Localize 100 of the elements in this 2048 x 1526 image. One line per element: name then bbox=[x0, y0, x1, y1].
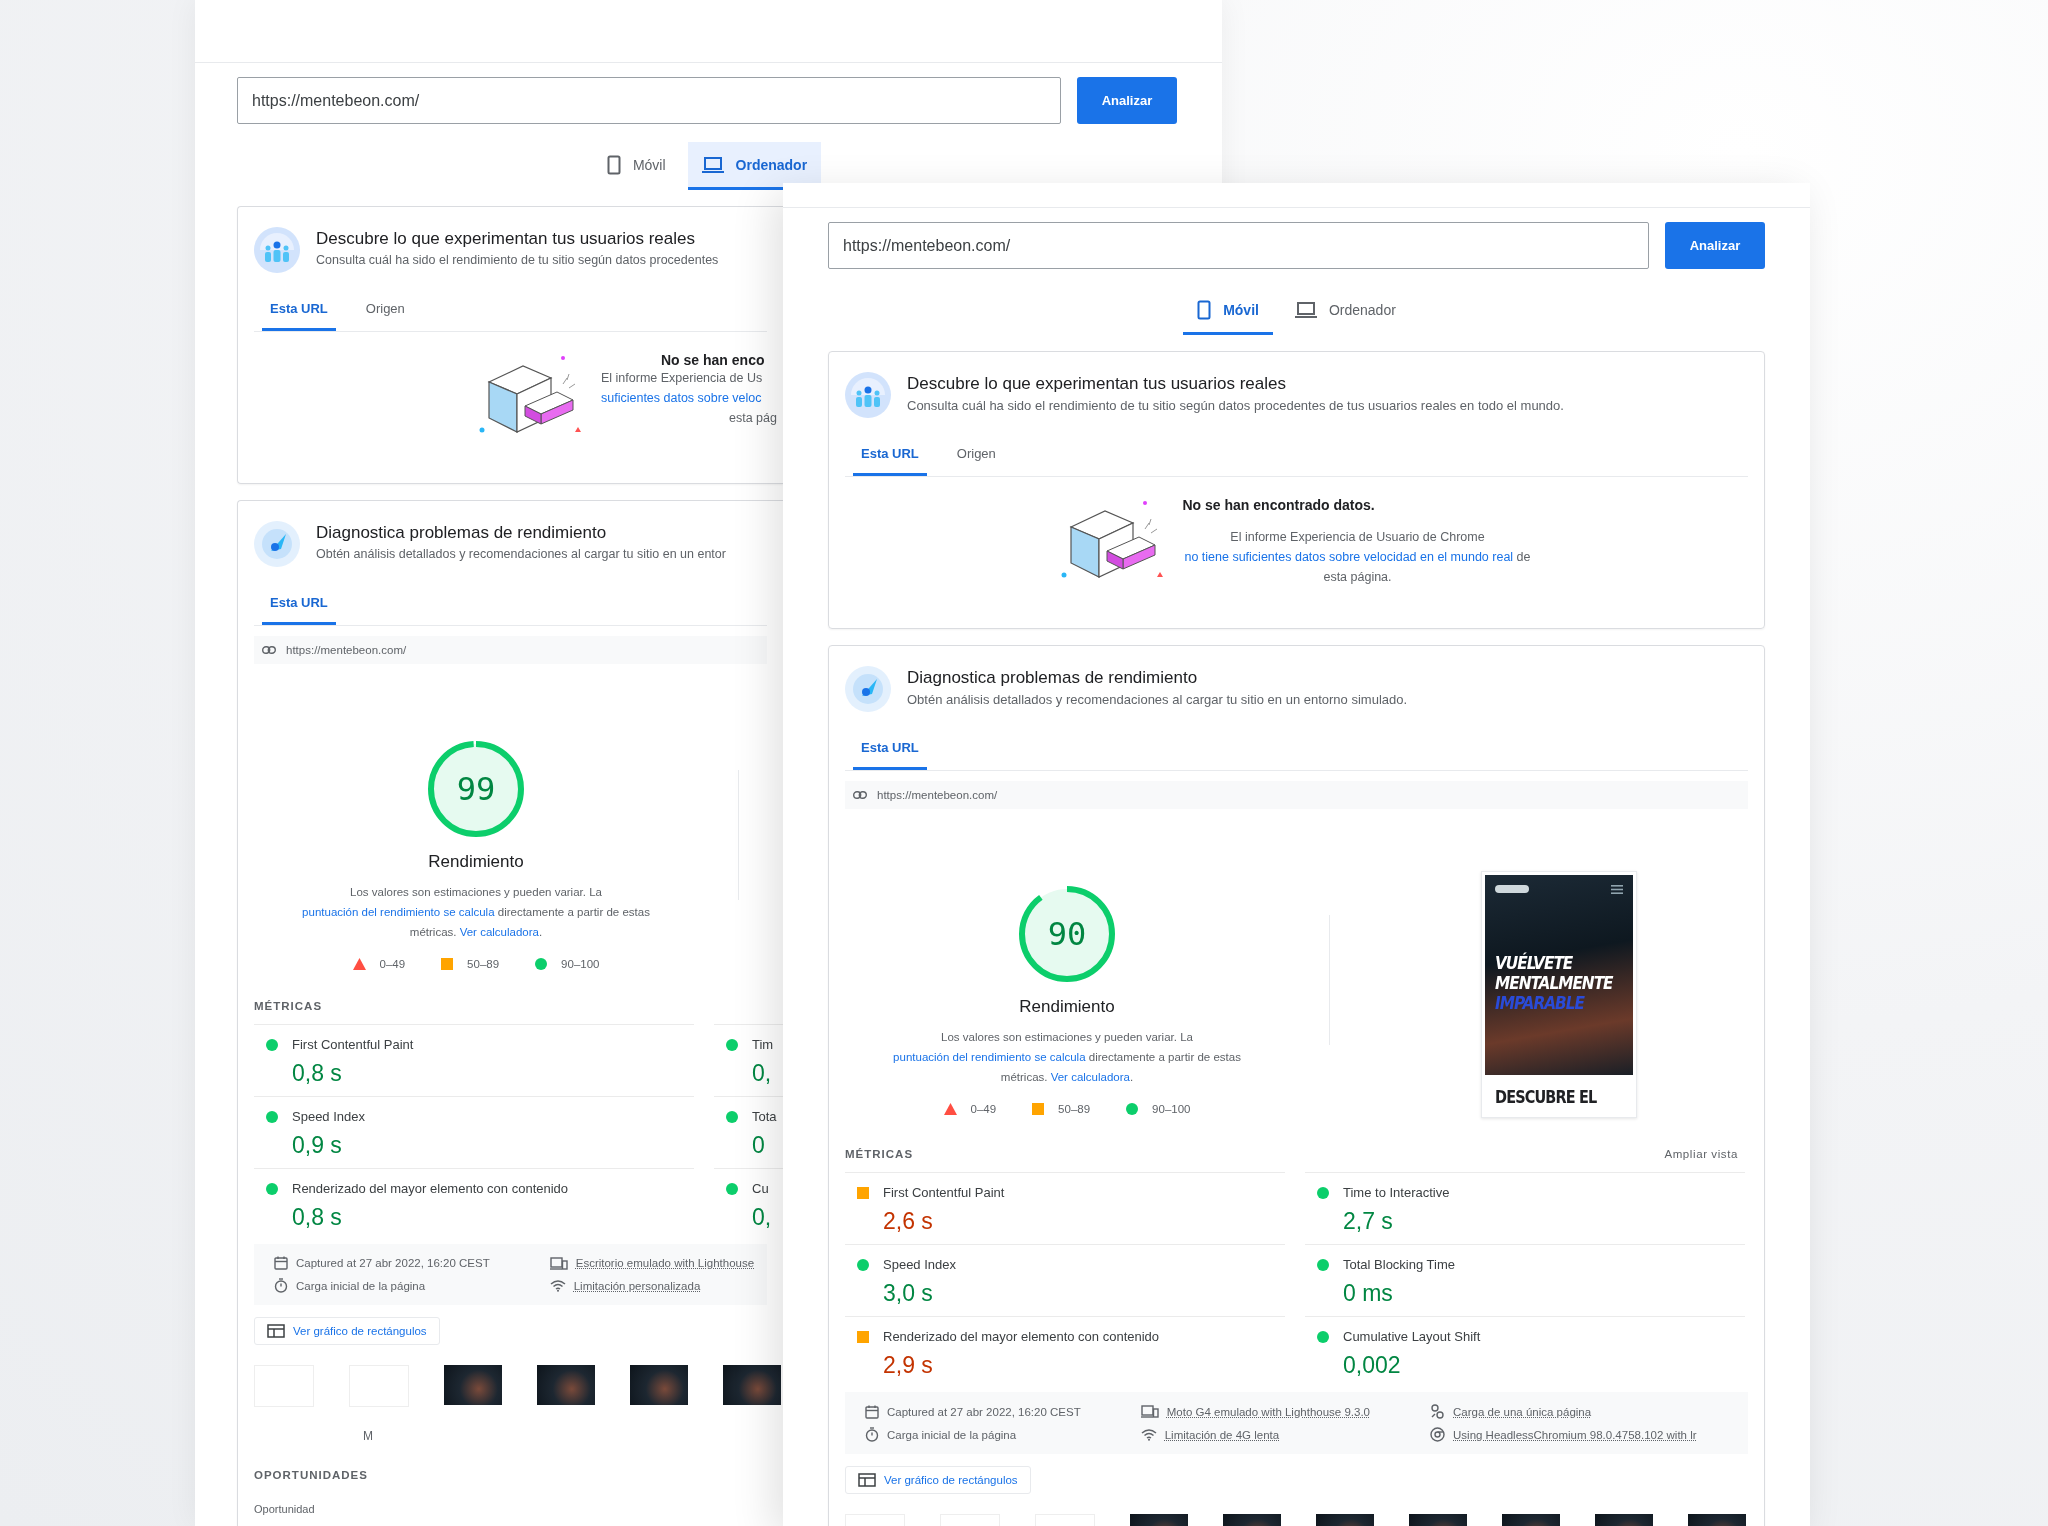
url-input-field[interactable]: https://mentebeon.com/ bbox=[828, 222, 1649, 269]
speed-data-link[interactable]: suficientes datos sobre veloc bbox=[601, 391, 762, 405]
tested-url: https://mentebeon.com/ bbox=[286, 644, 407, 656]
treemap-icon bbox=[267, 1324, 285, 1338]
environment-item: Carga inicial de la página bbox=[296, 1279, 426, 1292]
device-tab[interactable]: Móvil bbox=[592, 142, 680, 190]
note-link[interactable]: Ver calculadora bbox=[459, 926, 539, 938]
speed-data-link[interactable]: no tiene suficientes datos sobre velocidad en el mundo real bbox=[1184, 550, 1514, 564]
metric-value: 0, bbox=[752, 1204, 772, 1231]
opportunity-column-header: Oportunidad bbox=[254, 1503, 315, 1515]
treemap-icon bbox=[858, 1473, 876, 1487]
wifi-icon bbox=[549, 1279, 566, 1292]
device-tab[interactable]: Móvil bbox=[1183, 287, 1273, 335]
metric-value: 0 ms bbox=[1343, 1280, 1393, 1307]
section-tab[interactable]: Esta URL bbox=[262, 287, 336, 331]
metric-value: 2,9 s bbox=[883, 1352, 933, 1379]
score-label: Rendimiento bbox=[428, 852, 524, 872]
metric-name: Speed Index bbox=[883, 1257, 956, 1272]
metrics-heading: MÉTRICAS bbox=[845, 1148, 914, 1160]
metric-name: Renderizado del mayor elemento con contenido bbox=[883, 1329, 1160, 1344]
metric-name: Cu bbox=[752, 1181, 769, 1196]
expand-view-link[interactable]: Ampliar vista bbox=[1664, 1148, 1738, 1160]
page-thumbnail bbox=[723, 1365, 781, 1405]
section-tab[interactable]: Esta URL bbox=[262, 581, 336, 625]
legend-range: 50–89 bbox=[467, 958, 500, 970]
devices-icon bbox=[1140, 1405, 1159, 1418]
metric-value: 2,6 s bbox=[883, 1208, 933, 1235]
section-title: Diagnostica problemas de rendimiento bbox=[316, 523, 607, 543]
metric-name: First Contentful Paint bbox=[883, 1185, 1005, 1200]
section-tab[interactable]: Esta URL bbox=[853, 726, 927, 770]
opportunities-heading: OPORTUNIDADES bbox=[254, 1469, 368, 1481]
page-thumbnail bbox=[630, 1365, 688, 1405]
page-thumbnail bbox=[444, 1365, 502, 1405]
section-tab[interactable]: Origen bbox=[357, 287, 413, 331]
metric-name: Time to Interactive bbox=[1343, 1185, 1450, 1200]
metric-name: Speed Index bbox=[292, 1109, 365, 1124]
section-subtitle: Consulta cuál ha sido el rendimiento de tu sitio según datos procedentes bbox=[316, 253, 719, 267]
treemap-button[interactable]: Ver gráfico de rectángulos bbox=[254, 1317, 440, 1345]
legend-range: 0–49 bbox=[970, 1103, 997, 1115]
link-icon bbox=[262, 646, 276, 654]
calendar-icon bbox=[274, 1256, 288, 1270]
no-data-title: No se han enco bbox=[661, 352, 765, 368]
section-subtitle: Consulta cuál ha sido el rendimiento de tu sitio según datos procedentes de tus usuarios reales en todo el mundo. bbox=[907, 398, 1564, 413]
environment-item[interactable]: Limitación personalizada bbox=[573, 1279, 701, 1292]
score-label: Rendimiento bbox=[1019, 997, 1115, 1017]
environment-item: Carga inicial de la página bbox=[887, 1428, 1017, 1441]
no-data-title: No se han encontrado datos. bbox=[1182, 497, 1375, 513]
legend-range: 90–100 bbox=[561, 958, 600, 970]
menu-icon bbox=[1611, 884, 1623, 894]
score-note: Los valores son estimaciones y pueden variar. La puntuación del rendimiento se calcula directamente a partir de estas métricas. Ver calculadora. bbox=[892, 1030, 1242, 1085]
score-value: 90 bbox=[1047, 915, 1087, 953]
section-subtitle: Obtén análisis detallados y recomendaciones al cargar tu sitio en un entorno simulado. bbox=[907, 692, 1408, 707]
section-tab[interactable]: Esta URL bbox=[853, 432, 927, 476]
environment-item[interactable]: Using HeadlessChromium 98.0.4758.102 with lr bbox=[1453, 1428, 1697, 1441]
section-subtitle: Obtén análisis detallados y recomendaciones al cargar tu sitio en un entor bbox=[316, 547, 726, 561]
environment-item[interactable]: Carga de una única página bbox=[1453, 1405, 1592, 1418]
timer-icon bbox=[865, 1427, 879, 1442]
users-icon bbox=[845, 372, 891, 418]
analyze-button[interactable]: Analizar bbox=[1665, 222, 1765, 269]
section-title: Descubre lo que experimentan tus usuarios reales bbox=[907, 374, 1286, 394]
hero-headline: IMPARABLE bbox=[1495, 993, 1586, 1013]
url-input-field[interactable]: https://mentebeon.com/ bbox=[237, 77, 1061, 124]
no-data-text: El informe Experiencia de Us bbox=[601, 370, 763, 387]
no-data-message: El informe Experiencia de Usuario de Chrome no tiene suficientes datos sobre velocidad en el mundo real de esta página. bbox=[1183, 529, 1532, 586]
filmstrip-caption: M bbox=[363, 1429, 373, 1443]
environment-item[interactable]: Escritorio emulado with Lighthouse bbox=[575, 1257, 755, 1269]
environment-item[interactable]: Limitación de 4G lenta bbox=[1164, 1428, 1280, 1441]
legend-range: 50–89 bbox=[1058, 1103, 1091, 1115]
compass-icon bbox=[845, 666, 891, 712]
page-thumbnail bbox=[537, 1365, 595, 1405]
no-data-text: esta pág bbox=[729, 410, 777, 427]
wifi-icon bbox=[1140, 1428, 1157, 1441]
timer-icon bbox=[274, 1278, 288, 1293]
phone-icon bbox=[606, 154, 621, 175]
section-tab[interactable]: Origen bbox=[948, 432, 1004, 476]
metric-value: 2,7 s bbox=[1343, 1208, 1393, 1235]
compass-icon bbox=[254, 521, 300, 567]
metric-value: 3,0 s bbox=[883, 1280, 933, 1307]
treemap-button[interactable]: Ver gráfico de rectángulos bbox=[845, 1466, 1031, 1494]
device-tab[interactable]: Ordenador bbox=[687, 142, 822, 190]
score-note: Los valores son estimaciones y pueden variar. La puntuación del rendimiento se calcula directamente a partir de estas métricas. Ver calculadora. bbox=[301, 885, 651, 940]
users-icon bbox=[254, 227, 300, 273]
devices-icon bbox=[549, 1256, 568, 1270]
environment-item: Captured at 27 abr 2022, 16:20 CEST bbox=[296, 1257, 490, 1269]
section-title: Diagnostica problemas de rendimiento bbox=[907, 668, 1198, 688]
note-link[interactable]: Ver calculadora bbox=[1050, 1071, 1130, 1083]
hero-headline: MENTALMENTE bbox=[1495, 973, 1615, 993]
hero-headline: VUÉLVETE bbox=[1495, 953, 1574, 973]
legend-range: 0–49 bbox=[379, 958, 406, 970]
device-tab[interactable]: Ordenador bbox=[1280, 287, 1410, 335]
metric-value: 0,8 s bbox=[292, 1060, 342, 1087]
metric-name: Renderizado del mayor elemento con contenido bbox=[292, 1181, 569, 1196]
metric-name: Cumulative Layout Shift bbox=[1343, 1329, 1481, 1344]
metric-value: 0,8 s bbox=[292, 1204, 342, 1231]
link-icon bbox=[853, 791, 867, 799]
metric-value: 0, bbox=[752, 1060, 772, 1087]
note-link[interactable]: puntuación del rendimiento se calcula bbox=[302, 906, 495, 918]
environment-item[interactable]: Moto G4 emulado with Lighthouse 9.3.0 bbox=[1166, 1405, 1370, 1418]
analyze-button[interactable]: Analizar bbox=[1077, 77, 1177, 124]
note-link[interactable]: puntuación del rendimiento se calcula bbox=[893, 1051, 1086, 1063]
